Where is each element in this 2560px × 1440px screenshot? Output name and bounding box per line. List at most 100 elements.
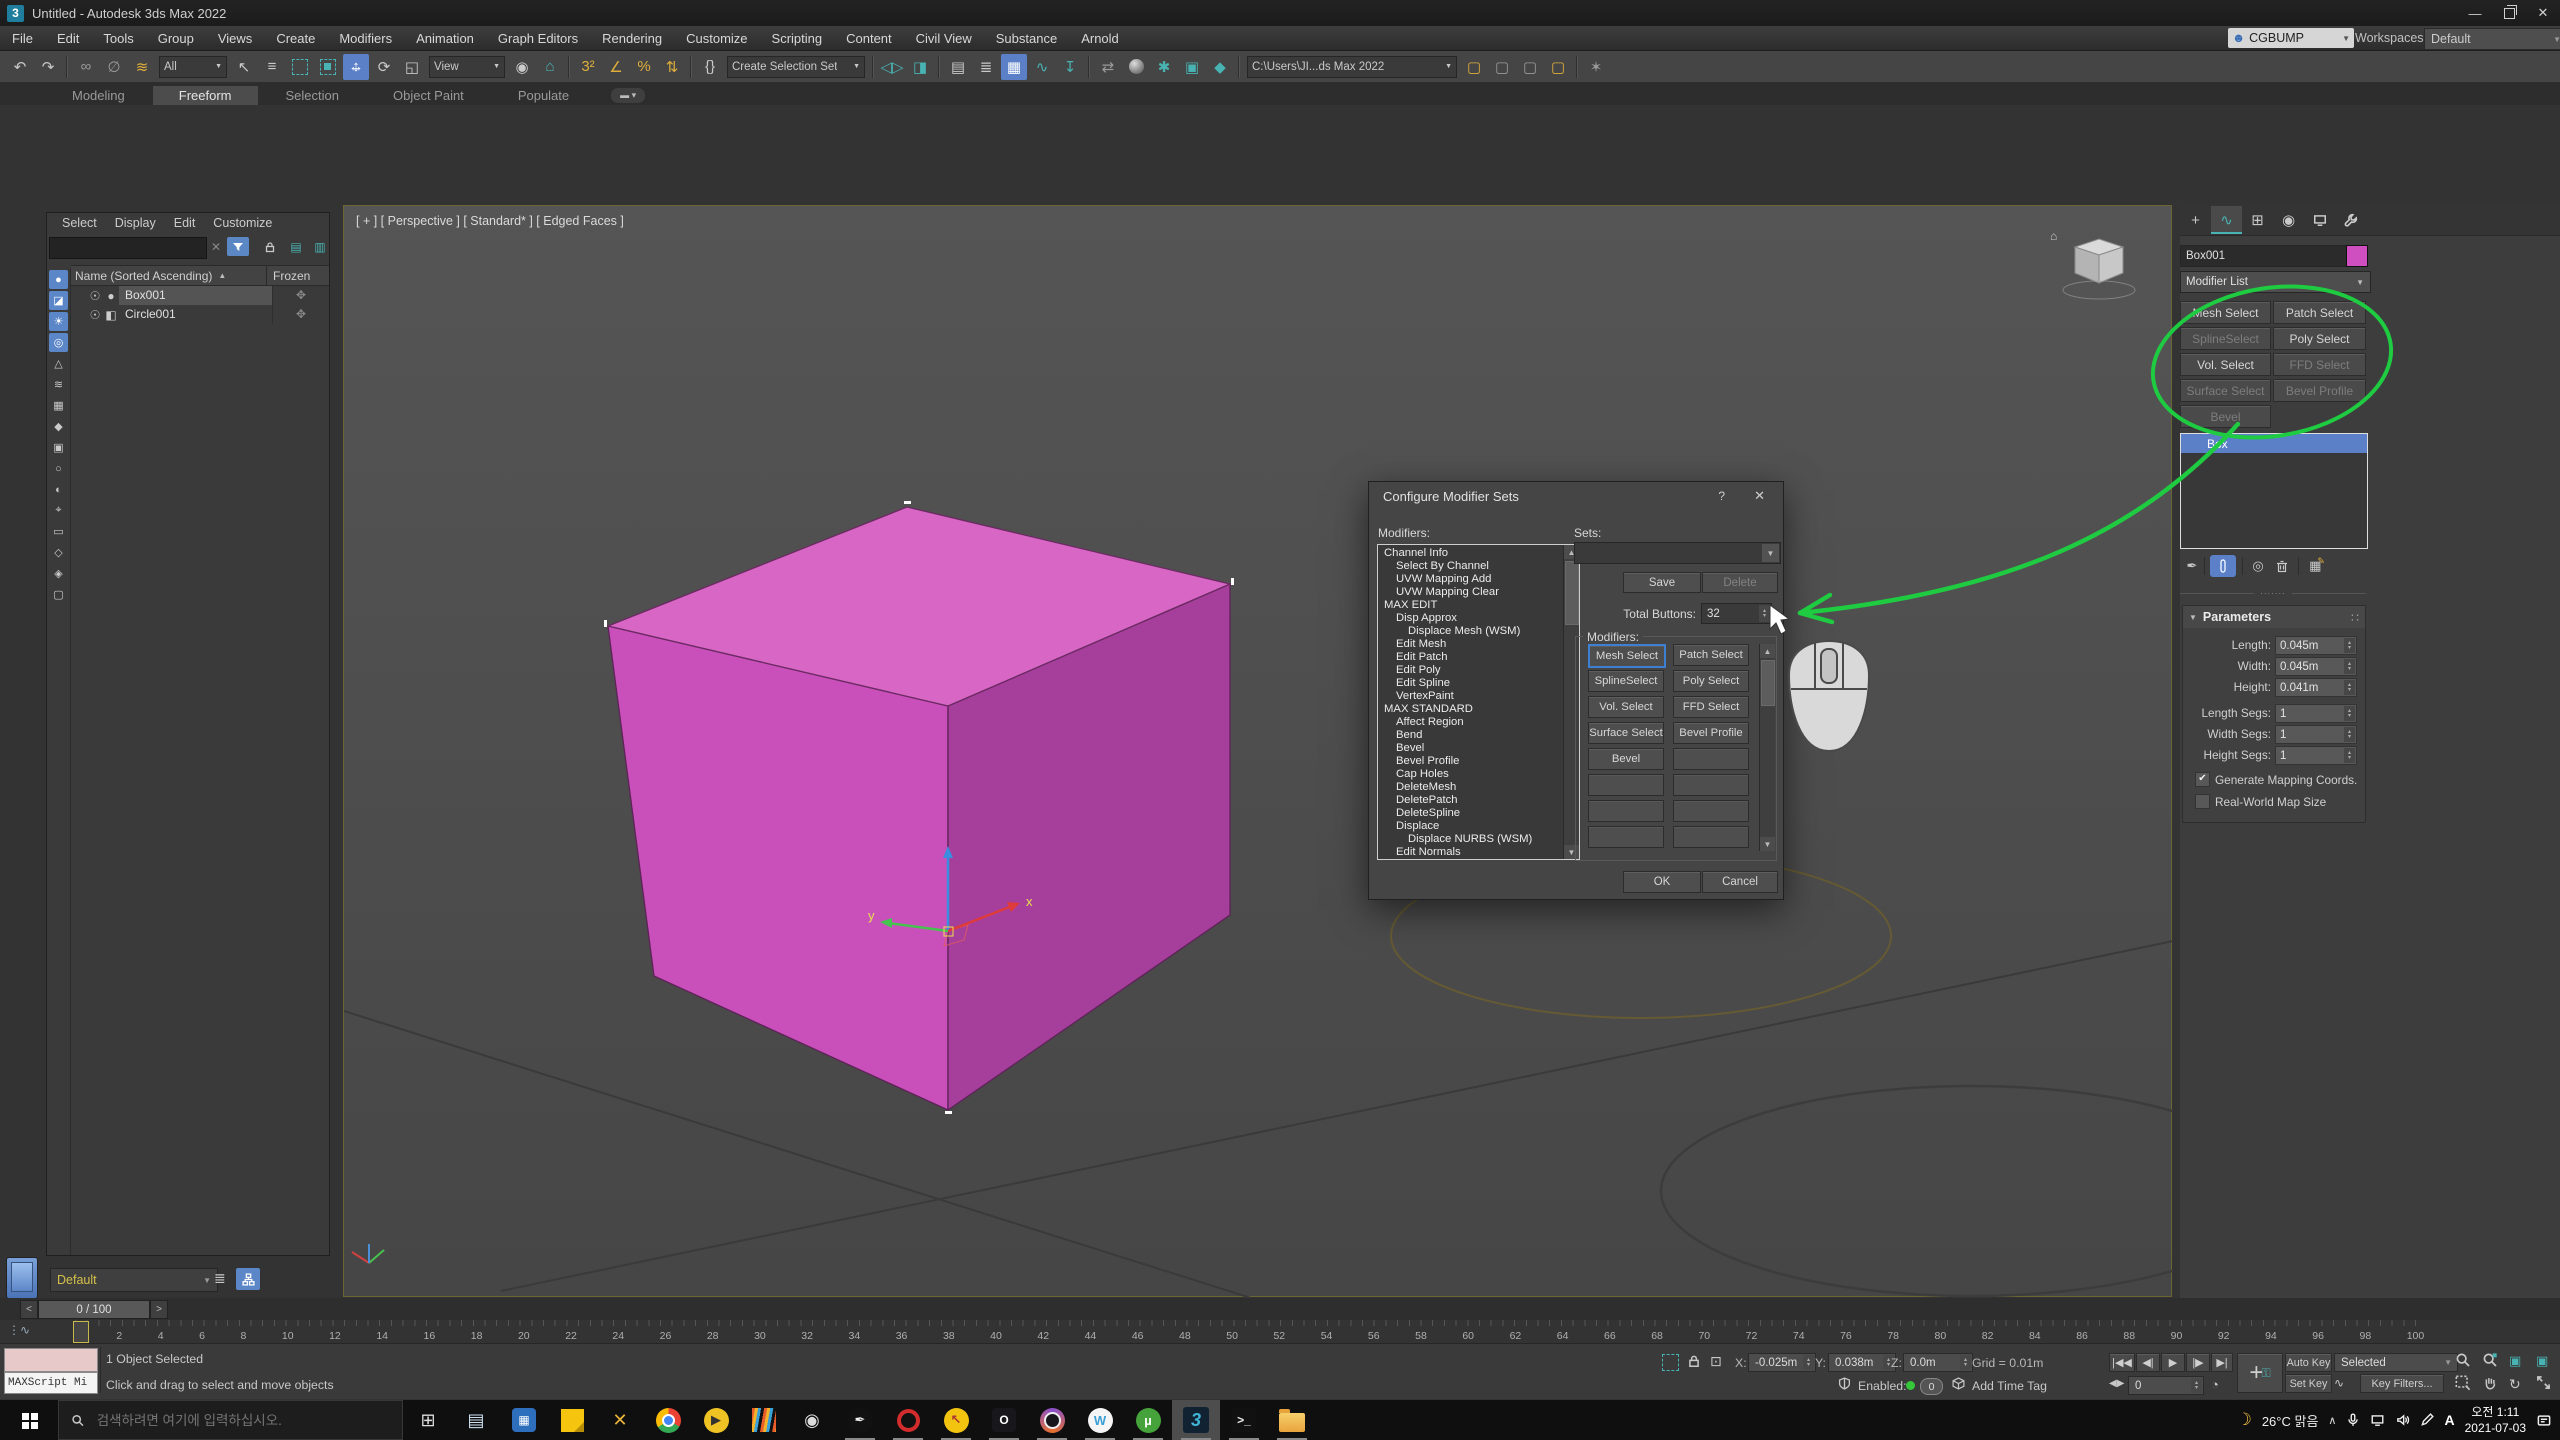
isolate-selection-icon[interactable] [1662, 1354, 1679, 1371]
set-key-button[interactable]: Set Key [2285, 1374, 2332, 1393]
microphone-icon[interactable] [2346, 1413, 2360, 1427]
modifiers-list[interactable]: Channel InfoSelect By ChannelUVW Mapping… [1377, 544, 1580, 860]
modifier-list-item[interactable]: Edit Mesh [1382, 638, 1579, 651]
ribbon-minimize-icon[interactable]: ▬ ▾ [611, 88, 645, 103]
checkbox-generate-mapping-coords[interactable]: ✔ [2195, 772, 2210, 787]
mini-curve-editor-icon[interactable]: ⋮∿ [8, 1323, 30, 1337]
tab-motion[interactable]: ◉ [2273, 206, 2304, 234]
layer-manager-icon[interactable]: ≣ [214, 1270, 226, 1287]
modifier-list-item[interactable]: Cap Holes [1382, 768, 1579, 781]
color-bars-app-icon[interactable] [740, 1400, 788, 1440]
frozen-toggle-icon[interactable]: ✥ [272, 286, 329, 305]
zoom-extents-icon[interactable]: ▣ [2509, 1353, 2521, 1369]
grid-button-bevel[interactable]: Bevel [1588, 748, 1664, 770]
display-cameras-icon[interactable]: ◎ [49, 333, 68, 352]
key-mode-dropdown[interactable]: Selected▼ [2334, 1353, 2458, 1372]
modifier-list-item[interactable]: Edit Normals [1382, 846, 1579, 859]
display-helpers-icon[interactable]: △ [49, 354, 68, 373]
grid-button-surface-select[interactable]: Surface Select [1588, 722, 1664, 744]
schematic-view-icon[interactable]: ↧ [1057, 54, 1083, 80]
explorer-menu-select[interactable]: Select [55, 215, 104, 231]
modifier-list-item[interactable]: Disp Approx [1382, 612, 1579, 625]
display-shapes-icon[interactable]: ◪ [49, 291, 68, 310]
render-setup-icon[interactable]: ✱ [1151, 54, 1177, 80]
bind-spacewarp-icon[interactable]: ≋ [129, 54, 155, 80]
modifier-list-item[interactable]: Edit Poly [1382, 664, 1579, 677]
menu-group[interactable]: Group [146, 26, 206, 50]
clock[interactable]: 오전 1:11 2021-07-03 [2465, 1404, 2526, 1436]
dialog-close-button[interactable]: ✕ [1754, 488, 1765, 504]
frozen-toggle-icon[interactable]: ✥ [272, 305, 329, 324]
grid-button-vol-select[interactable]: Vol. Select [1588, 696, 1664, 718]
menu-modifiers[interactable]: Modifiers [327, 26, 404, 50]
reference-coordinate-dropdown[interactable]: View▼ [429, 56, 505, 78]
modifier-list-item[interactable]: MAX STANDARD [1382, 703, 1579, 716]
visibility-eye-icon[interactable]: ☉ [87, 308, 103, 322]
curve-editor-icon[interactable]: ∿ [1029, 54, 1055, 80]
menu-content[interactable]: Content [834, 26, 904, 50]
explorer-menu-customize[interactable]: Customize [206, 215, 279, 231]
time-configuration-icon[interactable]: ◔ [2211, 1377, 2219, 1392]
modifier-list-item[interactable]: DeletePatch [1382, 794, 1579, 807]
start-button[interactable] [0, 1400, 58, 1440]
notification-center-icon[interactable] [2536, 1413, 2552, 1428]
sticky-notes-icon[interactable] [548, 1400, 596, 1440]
max-app-icon[interactable]: 3 [1172, 1400, 1220, 1440]
display-lights-icon[interactable]: ☀ [49, 312, 68, 331]
cmd-icon[interactable]: >_ [1220, 1400, 1268, 1440]
rendered-frame-window-icon[interactable]: ▣ [1179, 54, 1205, 80]
next-frame-button[interactable]: > [150, 1300, 168, 1319]
named-selection-set-dropdown[interactable]: Create Selection Set▼ [727, 56, 865, 78]
collapse-tree-icon[interactable]: ▥ [309, 237, 331, 256]
modifier-set-button-mesh-select[interactable]: Mesh Select [2180, 301, 2271, 324]
workspace-dropdown[interactable]: Default▼ [2424, 28, 2560, 50]
menu-graph-editors[interactable]: Graph Editors [486, 26, 590, 50]
scene-explorer-toggle-icon[interactable]: ▤ [945, 54, 971, 80]
menu-civil-view[interactable]: Civil View [904, 26, 984, 50]
use-pivot-center-icon[interactable]: ◉ [509, 54, 535, 80]
parameters-rollout-header[interactable]: ▼ Parameters ∷ [2183, 606, 2365, 628]
ok-button[interactable]: OK [1623, 871, 1701, 893]
track-bar[interactable]: ⋮∿ 0246810121416182022242628303234363840… [0, 1320, 2560, 1344]
modifier-list-item[interactable]: Affect Region [1382, 716, 1579, 729]
pin-stack-icon[interactable]: ✒ [2184, 555, 2200, 577]
cancel-button[interactable]: Cancel [1702, 871, 1778, 893]
delete-set-button[interactable]: Delete [1702, 572, 1778, 593]
y-coordinate-field[interactable]: 0.038m▴▾ [1828, 1353, 1896, 1372]
display-containers-icon[interactable]: ○ [49, 459, 68, 478]
name-column-header[interactable]: Name (Sorted Ascending) [75, 269, 212, 283]
display-targets-icon[interactable]: ⌖ [49, 501, 68, 520]
search-input[interactable] [95, 1412, 390, 1429]
maxscript-mini-listener[interactable]: MAXScript Mi [4, 1372, 98, 1394]
prev-key-button[interactable]: ◀| [2136, 1353, 2160, 1372]
menu-rendering[interactable]: Rendering [590, 26, 674, 50]
time-marker[interactable] [73, 1321, 89, 1343]
degradation-badge[interactable]: 0 [1920, 1378, 1943, 1395]
display-groups-icon[interactable]: ▦ [49, 396, 68, 415]
modifier-list-item[interactable]: Bend [1382, 729, 1579, 742]
show-end-result-icon[interactable] [2210, 555, 2236, 577]
ribbon-tab-object-paint[interactable]: Object Paint [367, 86, 490, 105]
ribbon-tab-modeling[interactable]: Modeling [46, 86, 151, 105]
w-app-icon[interactable]: W [1076, 1400, 1124, 1440]
modifier-list-item[interactable]: Bevel [1382, 742, 1579, 755]
explorer-header[interactable]: Name (Sorted Ascending) ▲ Frozen [71, 265, 329, 286]
sets-dropdown[interactable]: ▼ [1574, 542, 1781, 564]
param-field-width-segs[interactable]: 1▴▾ [2275, 725, 2357, 744]
record-app-icon[interactable] [884, 1400, 932, 1440]
display-xrefs-icon[interactable]: ◆ [49, 417, 68, 436]
volume-icon[interactable] [2395, 1413, 2410, 1427]
angle-snap-icon[interactable]: ∠ [603, 54, 629, 80]
utorrent-icon[interactable]: µ [1124, 1400, 1172, 1440]
modifier-list-item[interactable]: Bevel Profile [1382, 755, 1579, 768]
badge-app-icon[interactable]: ◉ [788, 1400, 836, 1440]
tray-expand-icon[interactable]: ∧ [2328, 1414, 2336, 1427]
display-frozen-icon[interactable]: ▭ [49, 522, 68, 541]
next-key-button[interactable]: |▶ [2186, 1353, 2210, 1372]
zoom-region-icon[interactable] [2455, 1375, 2471, 1391]
weather-status[interactable]: 26°C 맑음 [2262, 1411, 2319, 1430]
asset-save-icon[interactable]: ▢ [1461, 54, 1487, 80]
explorer-menu-edit[interactable]: Edit [167, 215, 203, 231]
explorer-row-circle001[interactable]: ☉◧Circle001✥ [71, 305, 329, 324]
select-link-icon[interactable]: ∞ [73, 54, 99, 80]
